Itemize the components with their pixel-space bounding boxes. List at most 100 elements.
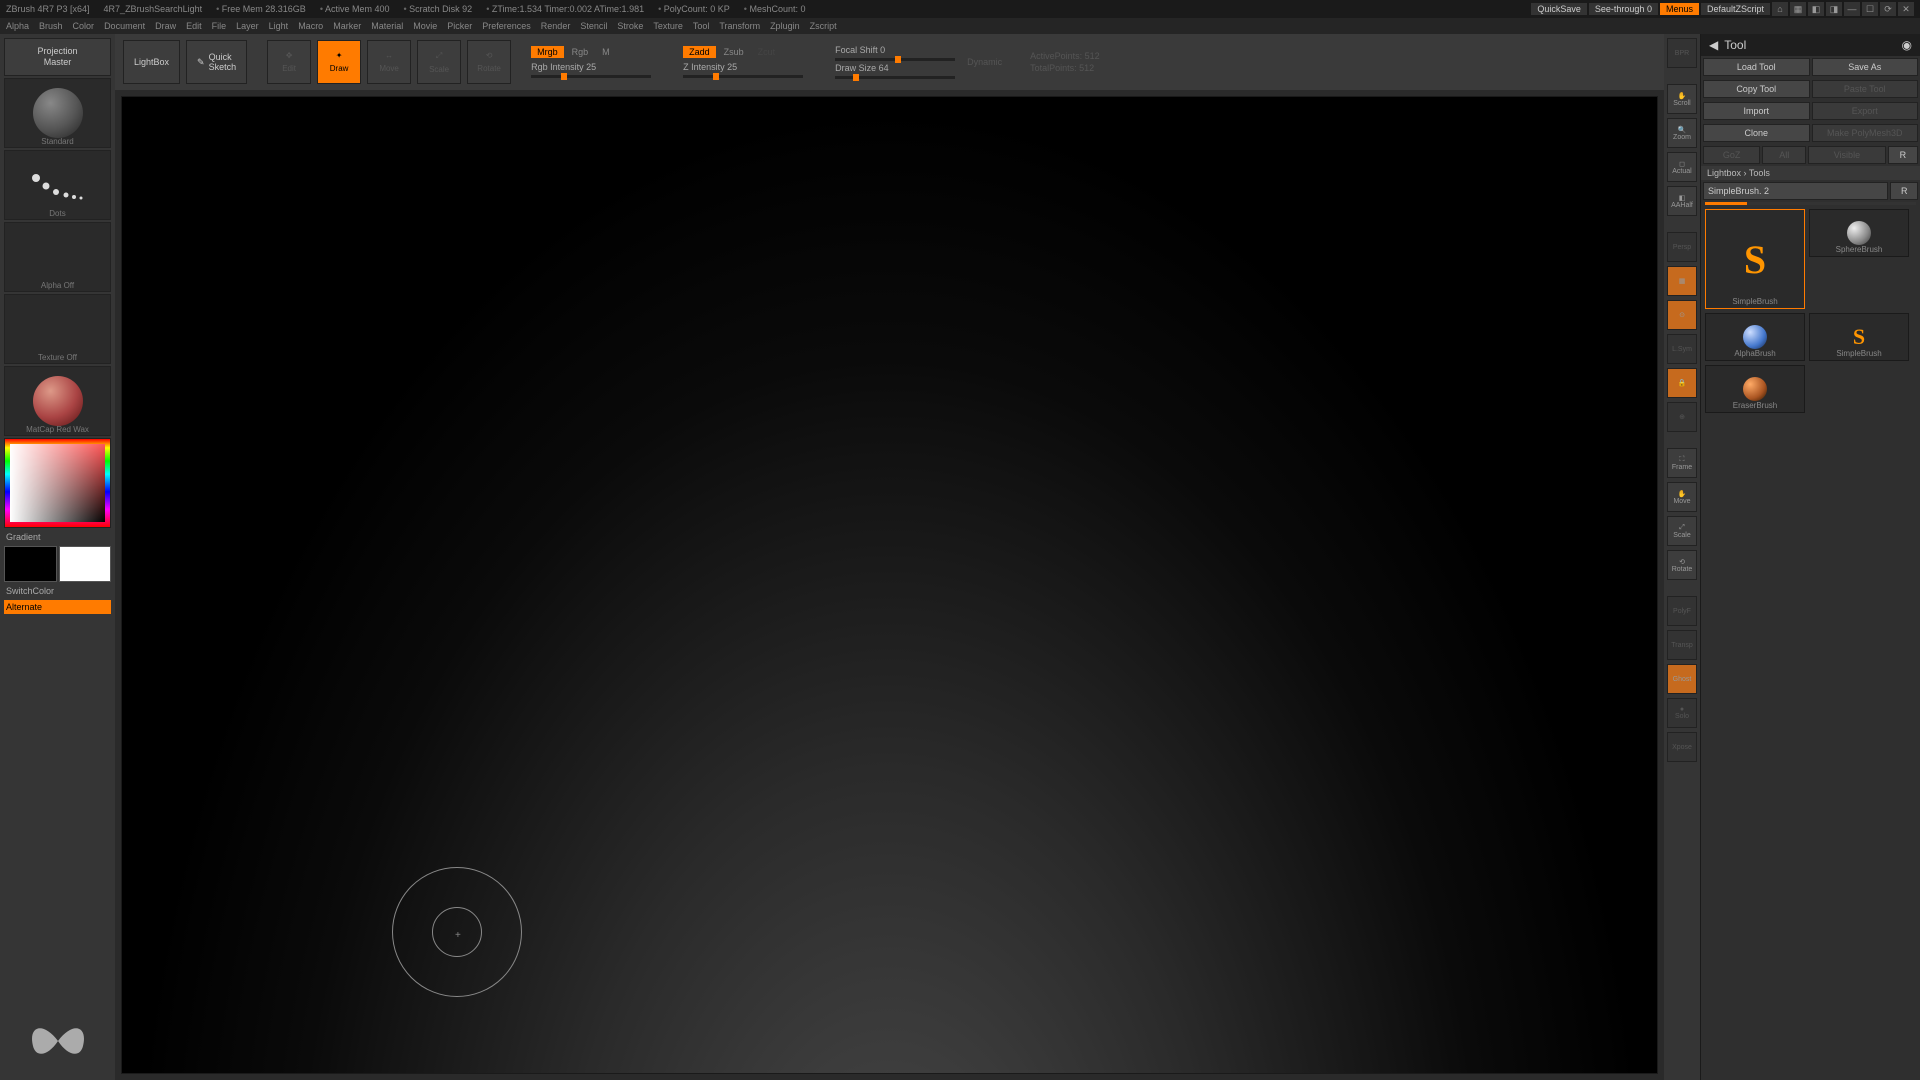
focal-shift-slider[interactable] [835, 58, 955, 61]
load-tool-button[interactable]: Load Tool [1703, 58, 1810, 76]
menu-stroke[interactable]: Stroke [617, 21, 643, 31]
seethrough-slider[interactable]: See-through 0 [1589, 3, 1658, 15]
menu-file[interactable]: File [212, 21, 227, 31]
clone-button[interactable]: Clone [1703, 124, 1810, 142]
floor-button[interactable]: ▦ [1667, 266, 1697, 296]
import-button[interactable]: Import [1703, 102, 1810, 120]
persp-button[interactable]: Persp [1667, 232, 1697, 262]
gradient-toggle[interactable]: Gradient [4, 530, 111, 544]
menu-movie[interactable]: Movie [413, 21, 437, 31]
secondary-color-swatch[interactable] [4, 546, 57, 582]
tool-simplebrush-2[interactable]: S SimpleBrush [1809, 313, 1909, 361]
panel-close-icon[interactable]: ◉ [1902, 38, 1912, 52]
goz-r-button[interactable]: R [1888, 146, 1918, 164]
zoom-button[interactable]: 🔍Zoom [1667, 118, 1697, 148]
menu-zscript[interactable]: Zscript [810, 21, 837, 31]
xpose-button[interactable]: Xpose [1667, 732, 1697, 762]
cam-rotate-button[interactable]: ⟲Rotate [1667, 550, 1697, 580]
alpha-thumb[interactable]: Alpha Off [4, 222, 111, 292]
tool-spherebrush[interactable]: SphereBrush [1809, 209, 1909, 257]
solo-button[interactable]: ●Solo [1667, 698, 1697, 728]
menu-document[interactable]: Document [104, 21, 145, 31]
export-button[interactable]: Export [1812, 102, 1919, 120]
menu-preferences[interactable]: Preferences [482, 21, 531, 31]
aahalf-button[interactable]: ◧AAHalf [1667, 186, 1697, 216]
goz-button[interactable]: GoZ [1703, 146, 1760, 164]
alternate-button[interactable]: Alternate [4, 600, 111, 614]
dock-left-icon[interactable]: ◧ [1808, 2, 1824, 16]
frame-button[interactable]: ⛶Frame [1667, 448, 1697, 478]
menu-picker[interactable]: Picker [447, 21, 472, 31]
menu-brush[interactable]: Brush [39, 21, 63, 31]
make-polymesh-button[interactable]: Make PolyMesh3D [1812, 124, 1919, 142]
edit-mode-button[interactable]: ✥Edit [267, 40, 311, 84]
tool-panel-header[interactable]: ◀ Tool ◉ [1701, 34, 1920, 56]
menu-marker[interactable]: Marker [333, 21, 361, 31]
stroke-thumb[interactable]: Dots [4, 150, 111, 220]
z-intensity-slider[interactable] [683, 75, 803, 78]
menu-stencil[interactable]: Stencil [580, 21, 607, 31]
quicksave-button[interactable]: QuickSave [1531, 3, 1587, 15]
polyf-button[interactable]: PolyF [1667, 596, 1697, 626]
default-script[interactable]: DefaultZScript [1701, 3, 1770, 15]
switchcolor-button[interactable]: SwitchColor [4, 584, 111, 598]
menu-color[interactable]: Color [73, 21, 95, 31]
m-toggle[interactable]: M [596, 46, 616, 58]
home-icon[interactable]: ⌂ [1772, 2, 1788, 16]
menu-layer[interactable]: Layer [236, 21, 259, 31]
actual-button[interactable]: ◻Actual [1667, 152, 1697, 182]
menu-zplugin[interactable]: Zplugin [770, 21, 800, 31]
move-mode-button[interactable]: ↔Move [367, 40, 411, 84]
ghost-button[interactable]: Ghost [1667, 664, 1697, 694]
menu-transform[interactable]: Transform [719, 21, 760, 31]
tool-simplebrush-active[interactable]: S SimpleBrush [1705, 209, 1805, 309]
menu-macro[interactable]: Macro [298, 21, 323, 31]
draw-size-slider[interactable] [835, 76, 955, 79]
refresh-icon[interactable]: ⟳ [1880, 2, 1896, 16]
minimize-icon[interactable]: — [1844, 2, 1860, 16]
brush-thumb[interactable]: Standard [4, 78, 111, 148]
lock-camera-button[interactable]: 🔒 [1667, 368, 1697, 398]
menus-toggle[interactable]: Menus [1660, 3, 1699, 15]
lightbox-tools-header[interactable]: Lightbox › Tools [1701, 166, 1920, 180]
close-icon[interactable]: ✕ [1898, 2, 1914, 16]
zcut-toggle[interactable]: Zcut [752, 46, 782, 58]
dynamic-toggle[interactable]: Dynamic [967, 57, 1002, 67]
dock-right-icon[interactable]: ◨ [1826, 2, 1842, 16]
bpr-button[interactable]: BPR [1667, 38, 1697, 68]
copy-tool-button[interactable]: Copy Tool [1703, 80, 1810, 98]
scroll-button[interactable]: ✋Scroll [1667, 84, 1697, 114]
menu-material[interactable]: Material [371, 21, 403, 31]
maximize-icon[interactable]: ☐ [1862, 2, 1878, 16]
zadd-toggle[interactable]: Zadd [683, 46, 716, 58]
lsym-button[interactable]: L.Sym [1667, 334, 1697, 364]
transp-button[interactable]: Transp [1667, 630, 1697, 660]
document-canvas[interactable]: + [121, 96, 1658, 1074]
color-picker[interactable] [4, 438, 111, 528]
zsub-toggle[interactable]: Zsub [718, 46, 750, 58]
material-thumb[interactable]: MatCap Red Wax [4, 366, 111, 436]
menu-light[interactable]: Light [269, 21, 289, 31]
texture-thumb[interactable]: Texture Off [4, 294, 111, 364]
goz-visible-button[interactable]: Visible [1808, 146, 1886, 164]
lightbox-button[interactable]: LightBox [123, 40, 180, 84]
draw-mode-button[interactable]: ✦Draw [317, 40, 361, 84]
menu-texture[interactable]: Texture [653, 21, 683, 31]
menu-alpha[interactable]: Alpha [6, 21, 29, 31]
mrgb-toggle[interactable]: Mrgb [531, 46, 564, 58]
quicksketch-button[interactable]: ✎ Quick Sketch [186, 40, 247, 84]
primary-color-swatch[interactable] [59, 546, 112, 582]
local-button[interactable]: ⊙ [1667, 300, 1697, 330]
current-tool-name[interactable]: SimpleBrush. 2 [1703, 182, 1888, 200]
xyz-button[interactable]: ⊕ [1667, 402, 1697, 432]
save-as-button[interactable]: Save As [1812, 58, 1919, 76]
cam-scale-button[interactable]: ⤢Scale [1667, 516, 1697, 546]
tool-alphabrush[interactable]: AlphaBrush [1705, 313, 1805, 361]
grid-icon[interactable]: ▦ [1790, 2, 1806, 16]
cam-move-button[interactable]: ✋Move [1667, 482, 1697, 512]
projection-master-button[interactable]: Projection Master [4, 38, 111, 76]
paste-tool-button[interactable]: Paste Tool [1812, 80, 1919, 98]
menu-tool[interactable]: Tool [693, 21, 710, 31]
rotate-mode-button[interactable]: ⟲Rotate [467, 40, 511, 84]
menu-edit[interactable]: Edit [186, 21, 202, 31]
